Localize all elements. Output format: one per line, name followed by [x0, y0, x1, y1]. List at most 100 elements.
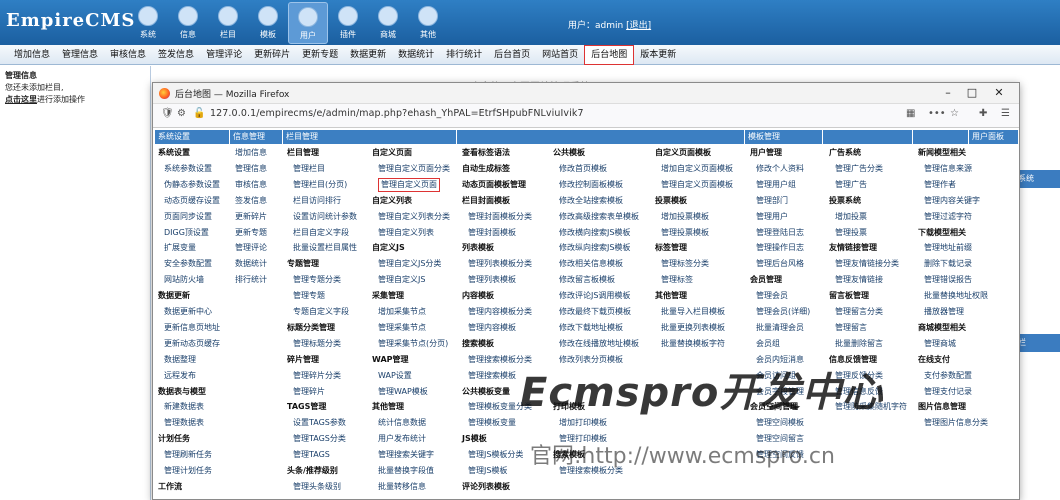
map-link[interactable]: 扩展变量	[164, 240, 196, 256]
map-link[interactable]: 更新专题	[235, 225, 267, 241]
map-link[interactable]: 支付参数配置	[924, 368, 972, 384]
map-link[interactable]: 增加自定义页面模板	[661, 161, 733, 177]
map-link[interactable]: 管理广告分类	[835, 161, 883, 177]
map-link[interactable]: 批量替换字段值	[378, 463, 434, 479]
map-link[interactable]: 设置访问统计参数	[293, 209, 357, 225]
map-link[interactable]: 管理评论	[235, 240, 267, 256]
map-link[interactable]: 管理投票模板	[661, 225, 709, 241]
map-link[interactable]: 批量设置栏目属性	[293, 240, 357, 256]
map-link[interactable]: 数据统计	[235, 256, 267, 272]
map-link[interactable]: 数据更新中心	[164, 304, 212, 320]
map-link[interactable]: 管理内容模板分类	[468, 304, 532, 320]
map-link[interactable]: 批量替换模板字符	[661, 336, 725, 352]
map-link[interactable]: 修改个人资料	[756, 161, 804, 177]
map-link[interactable]: 管理用户组	[756, 177, 796, 193]
nav-user[interactable]: 用户	[288, 2, 328, 44]
map-link[interactable]: 管理部门	[756, 193, 788, 209]
map-link[interactable]: 管理投票	[835, 225, 867, 241]
map-link[interactable]: 增加投票	[835, 209, 867, 225]
map-link[interactable]: 数据整理	[164, 352, 196, 368]
map-link[interactable]: 修改相关信息模板	[559, 256, 623, 272]
logout-link[interactable]: [退出]	[626, 21, 651, 31]
bookmark-star-icon[interactable]: ☆	[950, 108, 959, 119]
map-link[interactable]: 更新信息页地址	[164, 320, 220, 336]
map-link[interactable]: 管理内容关键字	[924, 193, 980, 209]
map-link[interactable]: 管理采集节点	[378, 320, 426, 336]
nav-column[interactable]: 栏目	[208, 2, 248, 44]
map-link[interactable]: 系统参数设置	[164, 161, 212, 177]
map-link[interactable]: 管理专题分类	[293, 272, 341, 288]
subnav-item[interactable]: 管理评论	[200, 46, 248, 64]
map-link[interactable]: 增加打印模板	[559, 415, 607, 431]
right-tab-column[interactable]: 栏	[1015, 334, 1060, 352]
url-bar[interactable]: 🛡 ⚙ 🔓 127.0.0.1/empirecms/e/admin/map.ph…	[153, 104, 1019, 128]
map-link[interactable]: 修改控制面板模板	[559, 177, 623, 193]
subnav-item[interactable]: 增加信息	[8, 46, 56, 64]
map-link[interactable]: 安全参数配置	[164, 256, 212, 272]
map-link[interactable]: 管理TAGS分类	[293, 431, 346, 447]
map-link[interactable]: 批量清理会员	[756, 320, 804, 336]
map-link[interactable]: 修改最终下载页模板	[559, 304, 631, 320]
map-link[interactable]: 更新碎片	[235, 209, 267, 225]
map-link[interactable]: 管理信息	[235, 161, 267, 177]
close-icon[interactable]: ✕	[988, 85, 1010, 101]
map-link[interactable]: 修改下载地址模板	[559, 320, 623, 336]
map-link[interactable]: 管理封面模板分类	[468, 209, 532, 225]
maximize-icon[interactable]: □	[961, 85, 983, 101]
map-link[interactable]: 管理封面模板	[468, 225, 516, 241]
map-link[interactable]: 修改首页模板	[559, 161, 607, 177]
map-link[interactable]: 管理广告	[835, 177, 867, 193]
map-link[interactable]: 批量导入栏目模板	[661, 304, 725, 320]
map-link[interactable]: 增加采集节点	[378, 304, 426, 320]
map-link[interactable]: 管理刷新任务	[164, 447, 212, 463]
nav-plugin[interactable]: 插件	[328, 2, 368, 44]
map-link[interactable]: 管理商城	[924, 336, 956, 352]
map-link[interactable]: 管理自定义页面	[378, 177, 440, 192]
map-link[interactable]: 批量替换地址权限	[924, 288, 988, 304]
map-link[interactable]: 管理作者	[924, 177, 956, 193]
map-link[interactable]: 管理登陆日志	[756, 225, 804, 241]
subnav-item[interactable]: 审核信息	[104, 46, 152, 64]
right-tab-system[interactable]: 系统	[1015, 170, 1060, 188]
subnav-item[interactable]: 管理信息	[56, 46, 104, 64]
map-link[interactable]: WAP设置	[378, 368, 412, 384]
map-link[interactable]: 管理标签分类	[661, 256, 709, 272]
subnav-item[interactable]: 版本更新	[634, 46, 682, 64]
map-link[interactable]: 管理专题	[293, 288, 325, 304]
map-link[interactable]: 管理自定义JS	[378, 272, 425, 288]
map-link[interactable]: 管理空间模板	[756, 415, 804, 431]
map-link[interactable]: 栏目访问排行	[293, 193, 341, 209]
map-link[interactable]: 远程发布	[164, 368, 196, 384]
map-link[interactable]: 修改评论JS调用模板	[559, 288, 630, 304]
map-link[interactable]: 管理自定义页面分类	[378, 161, 450, 177]
map-link[interactable]: 管理自定义页面模板	[661, 177, 733, 193]
map-link[interactable]: 管理采集节点(分页)	[378, 336, 448, 352]
map-link[interactable]: 审核信息	[235, 177, 267, 193]
map-link[interactable]: 修改高级搜索表单模板	[559, 209, 639, 225]
map-link[interactable]: 增加投票模板	[661, 209, 709, 225]
map-link[interactable]: 管理内容模板	[468, 320, 516, 336]
map-link[interactable]: 管理标题分类	[293, 336, 341, 352]
map-link[interactable]: 管理模板变量	[468, 415, 516, 431]
map-link[interactable]: 管理自定义列表分类	[378, 209, 450, 225]
map-link[interactable]: 签发信息	[235, 193, 267, 209]
page-actions-menu[interactable]: •••	[928, 108, 946, 119]
map-link[interactable]: 管理用户	[756, 209, 788, 225]
map-link[interactable]: 批量更换列表模板	[661, 320, 725, 336]
subnav-item[interactable]: 签发信息	[152, 46, 200, 64]
map-link[interactable]: 管理地址前缀	[924, 240, 972, 256]
map-link[interactable]: 管理会员	[756, 288, 788, 304]
subnav-item[interactable]: 数据统计	[392, 46, 440, 64]
map-link[interactable]: 管理栏目(分页)	[293, 177, 347, 193]
map-link[interactable]: 设置TAGS参数	[293, 415, 346, 431]
map-link[interactable]: 管理计划任务	[164, 463, 212, 479]
map-link[interactable]: 管理JS模板分类	[468, 447, 523, 463]
subnav-item[interactable]: 排行统计	[440, 46, 488, 64]
nav-system[interactable]: 系统	[128, 2, 168, 44]
map-link[interactable]: 统计信息数据	[378, 415, 426, 431]
map-link[interactable]: 管理搜索模板分类	[468, 352, 532, 368]
map-link[interactable]: 管理后台风格	[756, 256, 804, 272]
map-link[interactable]: 会员组	[756, 336, 780, 352]
nav-other[interactable]: 其他	[408, 2, 448, 44]
map-link[interactable]: 管理WAP模板	[378, 384, 428, 400]
